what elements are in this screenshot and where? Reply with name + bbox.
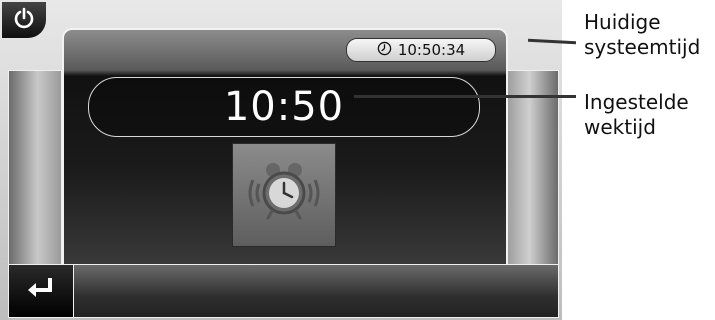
wake-time-field[interactable]: 10:50 (88, 77, 480, 137)
callout-text-line: Huidige (584, 10, 661, 34)
wake-time-callout-line (354, 95, 576, 98)
alarm-clock-icon (239, 148, 329, 242)
callout-text-line: systeemtijd (584, 35, 701, 59)
bottom-toolbar (8, 264, 559, 318)
back-button[interactable] (8, 264, 74, 318)
system-time-badge: 10:50:34 (346, 38, 496, 62)
callout-text-line: Ingestelde (584, 90, 689, 114)
power-button[interactable] (2, 2, 46, 38)
wake-time-value: 10:50 (223, 84, 345, 130)
system-time-callout: Huidige systeemtijd (584, 10, 700, 60)
left-side-panel (8, 70, 62, 266)
clock-icon (377, 41, 392, 60)
wake-time-callout: Ingestelde wektijd (584, 90, 689, 140)
back-arrow-icon (26, 276, 56, 306)
power-icon (13, 7, 35, 33)
device-screen: 10:50:34 10:50 (0, 0, 562, 320)
alarm-toggle-button[interactable] (232, 143, 336, 247)
callout-text-line: wektijd (584, 115, 656, 139)
right-side-panel (505, 70, 559, 266)
alarm-panel: 10:50:34 10:50 (62, 28, 508, 270)
system-time-value: 10:50:34 (397, 41, 466, 59)
